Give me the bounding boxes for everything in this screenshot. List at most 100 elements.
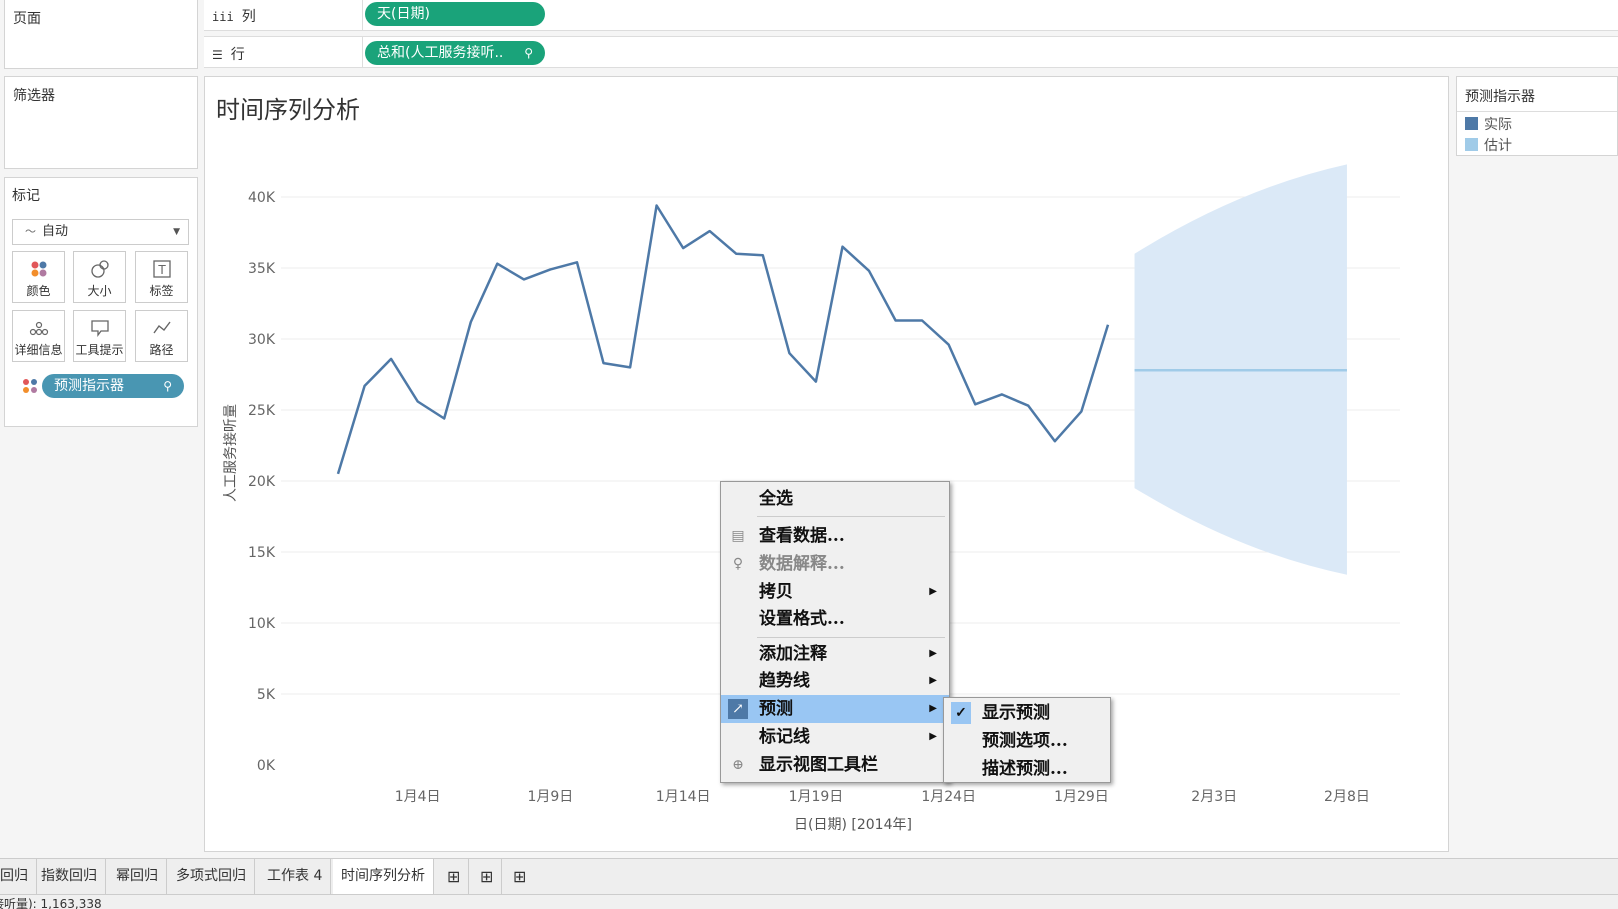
marks-label-button[interactable]: T 标签 [135,251,188,303]
forecast-icon: ↗ [728,699,748,719]
submenu-arrow-icon: ▶ [929,648,937,659]
submenu-describe-forecast[interactable]: 描述预测... [944,755,1110,783]
marks-detail-button[interactable]: 详细信息 [12,310,65,362]
menu-select-all[interactable]: 全选 [721,485,949,513]
filters-title: 筛选器 [13,88,55,104]
svg-text:T: T [157,263,166,277]
y-tick-label: 10K [248,616,276,632]
forecast-submenu: ✓ 显示预测 预测选项... 描述预测... [943,697,1111,783]
submenu-arrow-icon: ▶ [929,703,937,714]
filters-panel[interactable]: 筛选器 [4,76,198,169]
sheet-tab-bar: 回归 指数回归 幂回归 多项式回归 工作表 4 时间序列分析 ⊞ ⊞ ⊞ [0,858,1618,894]
rows-shelf[interactable]: ☰ 行 总和(人工服务接听.. ⚲ [204,36,1618,68]
table-icon: ▤ [731,528,745,544]
y-tick-label: 25K [248,403,276,419]
x-tick-label: 1月14日 [656,789,711,805]
marks-size-button[interactable]: 大小 [73,251,126,303]
line-chart-icon: 〜 [25,225,36,238]
forecast-legend: 预测指示器 实际 估计 [1456,76,1618,156]
tab-worksheet-4[interactable]: 工作表 4 [259,859,332,894]
lightbulb-icon: ♀ [732,556,744,572]
columns-shelf-label: iii 列 [212,9,256,25]
legend-item-estimate[interactable]: 估计 [1465,135,1512,155]
y-tick-label: 5K [257,687,276,703]
pin-icon: ⚲ [163,379,172,393]
x-tick-label: 1月9日 [527,789,573,805]
tab-polynomial-regression[interactable]: 多项式回归 [168,859,255,894]
y-tick-label: 35K [248,261,276,277]
pages-panel: 页面 [4,0,198,69]
submenu-forecast-options[interactable]: 预测选项... [944,727,1110,755]
menu-add-annotation[interactable]: 添加注释 ▶ [721,640,949,668]
marks-size-label: 大小 [87,284,112,298]
menu-view-data[interactable]: ▤ 查看数据... [721,522,949,550]
legend-divider [1457,111,1617,112]
submenu-arrow-icon: ▶ [929,675,937,686]
marks-path-button[interactable]: 路径 [135,310,188,362]
x-tick-label: 1月19日 [789,789,844,805]
new-dashboard-icon[interactable]: ⊞ [472,859,503,894]
menu-format[interactable]: 设置格式... [721,605,949,633]
marks-detail-label: 详细信息 [14,343,63,357]
menu-copy[interactable]: 拷贝 ▶ [721,578,949,606]
columns-shelf[interactable]: iii 列 天(日期) [204,0,1618,31]
tab-power-regression[interactable]: 幂回归 [108,859,167,894]
marks-label-label: 标签 [149,284,174,298]
menu-separator [757,637,945,638]
y-tick-label: 30K [248,332,276,348]
pages-title: 页面 [13,11,41,27]
actual-series-line [336,204,1110,475]
marks-tooltip-button[interactable]: 工具提示 [73,310,126,362]
mark-type-value: 自动 [42,224,69,239]
columns-pill-day-date[interactable]: 天(日期) [365,2,545,26]
shelf-divider [362,37,363,67]
marks-path-label: 路径 [149,343,174,357]
label-icon: T [136,259,187,279]
tooltip-icon [74,318,125,338]
path-icon [136,318,187,338]
tab-time-series-analysis[interactable]: 时间序列分析 [333,859,434,894]
menu-explain-data[interactable]: ♀ 数据解释... [721,550,949,578]
detail-dots-icon [13,318,64,338]
menu-show-view-toolbar[interactable]: ⊕ 显示视图工具栏 [721,751,949,779]
marks-tooltip-label: 工具提示 [75,343,124,357]
rows-pill-sum-manual-calls[interactable]: 总和(人工服务接听.. ⚲ [365,41,545,65]
submenu-arrow-icon: ▶ [929,731,937,742]
menu-reference-lines[interactable]: 标记线 ▶ [721,723,949,751]
rows-pill-label: 总和(人工服务接听.. [377,45,504,61]
y-tick-label: 15K [248,545,276,561]
x-tick-label: 1月29日 [1054,789,1109,805]
submenu-show-forecast[interactable]: ✓ 显示预测 [944,699,1110,727]
marks-color-label: 颜色 [26,284,51,298]
x-tick-label: 2月3日 [1191,789,1237,805]
x-tick-label: 2月8日 [1324,789,1370,805]
legend-item-actual[interactable]: 实际 [1465,114,1512,134]
tab-regression[interactable]: 回归 [0,859,37,894]
menu-separator [757,516,945,517]
checkmark-icon: ✓ [951,702,971,724]
forecast-indicator-pill[interactable]: 预测指示器 ⚲ [42,374,184,398]
marks-color-button[interactable]: 颜色 [12,251,65,303]
y-tick-label: 0K [257,758,276,774]
new-story-icon[interactable]: ⊞ [505,859,534,894]
new-worksheet-icon[interactable]: ⊞ [439,859,470,894]
status-bar: 接听量): 1,163,338 [0,894,1618,909]
mark-type-dropdown[interactable]: 〜自动 ▼ [12,219,189,245]
legend-title: 预测指示器 [1465,89,1535,105]
zoom-icon: ⊕ [732,757,744,773]
shelf-divider [362,0,363,30]
legend-swatch-actual [1465,117,1478,130]
color-dots-icon [13,259,64,279]
marks-title: 标记 [12,188,40,204]
chevron-down-icon: ▼ [173,227,180,237]
forecast-indicator-pill-label: 预测指示器 [54,378,124,394]
y-axis-label: 人工服务接听量 [222,404,239,502]
menu-forecast[interactable]: ↗ 预测 ▶ [721,695,949,723]
size-circles-icon [74,259,125,279]
y-tick-label: 40K [248,190,276,206]
y-tick-label: 20K [248,474,276,490]
menu-trend-lines[interactable]: 趋势线 ▶ [721,667,949,695]
status-sum-text: 接听量): 1,163,338 [0,897,102,909]
legend-swatch-estimate [1465,138,1478,151]
tab-exponential-regression[interactable]: 指数回归 [33,859,106,894]
